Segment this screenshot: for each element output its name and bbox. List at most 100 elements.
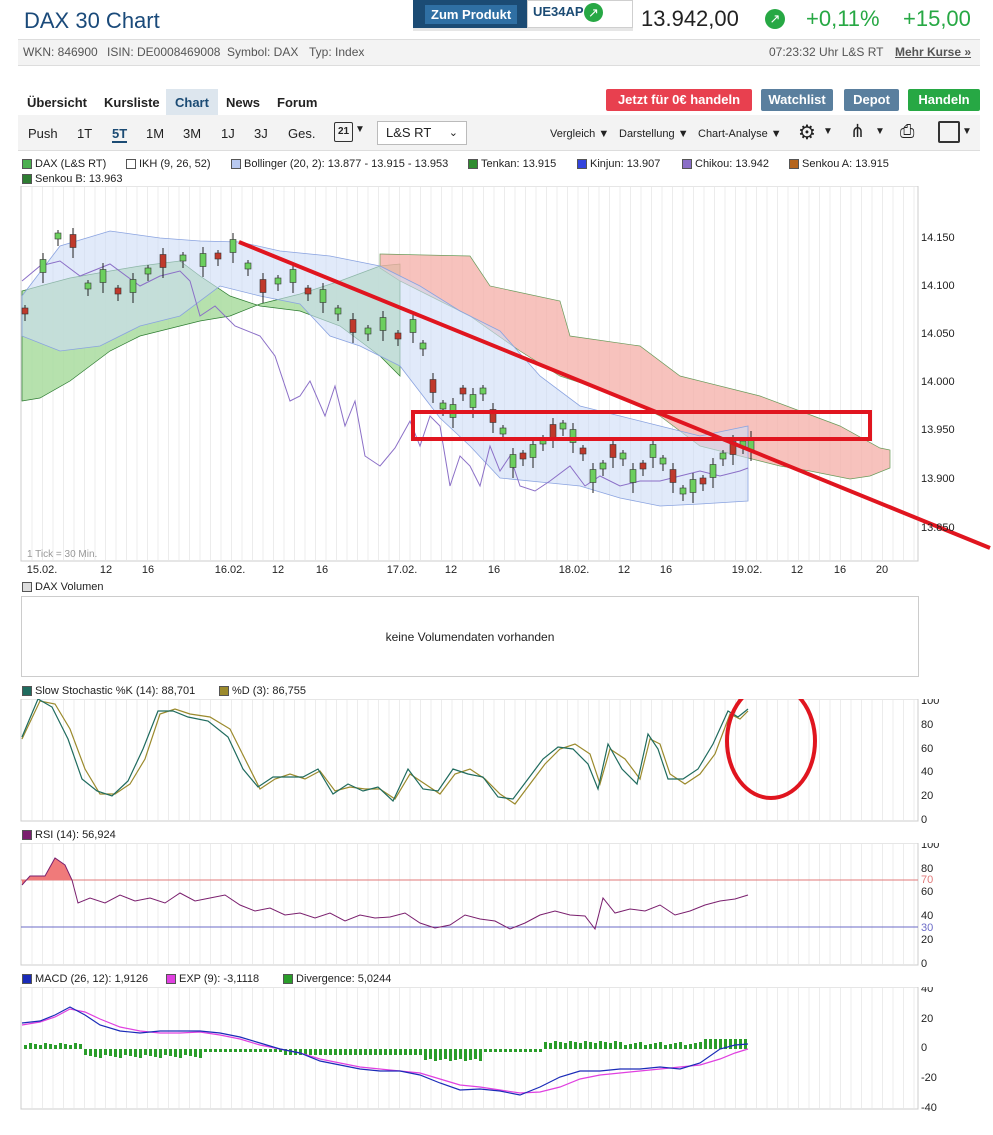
divergence-bar <box>249 1049 252 1052</box>
candle-body <box>99 269 107 283</box>
divergence-bar <box>24 1045 27 1049</box>
divergence-bar <box>54 1045 57 1049</box>
legend-tenkan-label: Tenkan: 13.915 <box>481 158 557 170</box>
main-price-chart[interactable]: 1 Tick = 30 Min. 14.150 14.100 14.050 14.00… <box>0 186 993 578</box>
candle-body <box>179 254 187 262</box>
divergence-bar <box>89 1049 92 1056</box>
range-5t[interactable]: 5T <box>112 126 128 143</box>
divergence-bar <box>444 1049 447 1059</box>
divergence-bar <box>359 1049 362 1055</box>
candle-body <box>349 319 357 333</box>
vergleich-menu[interactable]: Vergleich ▼ <box>550 128 609 140</box>
tab-kursliste[interactable]: Kursliste <box>104 95 160 110</box>
tick-note: 1 Tick = 30 Min. <box>27 549 97 560</box>
candle-body <box>679 487 687 495</box>
tab-news[interactable]: News <box>226 95 260 110</box>
candle-body <box>509 454 517 468</box>
divergence-bar <box>709 1039 712 1049</box>
divergence-bar <box>74 1043 77 1049</box>
save-icon[interactable] <box>938 121 960 143</box>
divergence-bar <box>404 1049 407 1055</box>
divergence-bar <box>429 1049 432 1059</box>
candle-body <box>549 424 557 438</box>
range-1m[interactable]: 1M <box>146 126 164 141</box>
divergence-bar <box>569 1041 572 1049</box>
rsi-legend: RSI (14): 56,924 <box>22 829 116 841</box>
candle-body <box>334 307 342 315</box>
divergence-bar <box>524 1049 527 1052</box>
range-3m[interactable]: 3M <box>183 126 201 141</box>
divergence-bar <box>414 1049 417 1055</box>
rsi-chart[interactable]: 1008070604030200 <box>0 843 993 969</box>
chevron-down-icon[interactable]: ▼ <box>962 126 972 137</box>
candle-body <box>629 469 637 483</box>
candle-body <box>559 422 567 430</box>
y-tick-label: 0 <box>921 814 927 825</box>
calendar-icon[interactable]: 21 <box>334 122 353 142</box>
chartanalyse-menu[interactable]: Chart-Analyse ▼ <box>698 128 782 140</box>
range-3j[interactable]: 3J <box>254 126 268 141</box>
legend-senkou-a-label: Senkou A: 13.915 <box>802 158 889 170</box>
volume-panel: keine Volumendaten vorhanden <box>21 596 919 677</box>
divergence-bar <box>79 1044 82 1049</box>
depot-button[interactable]: Depot <box>844 89 899 111</box>
divergence-bar <box>329 1049 332 1055</box>
tab-uebersicht[interactable]: Übersicht <box>27 95 87 110</box>
range-ges[interactable]: Ges. <box>288 126 315 141</box>
divergence-bar <box>699 1042 702 1049</box>
network-icon[interactable]: ⋔ <box>850 121 865 142</box>
candle-body <box>719 452 727 460</box>
legend-chikou-label: Chikou: 13.942 <box>695 158 769 170</box>
darstellung-menu[interactable]: Darstellung ▼ <box>619 128 689 140</box>
product-button[interactable]: Zum Produkt <box>425 5 518 24</box>
stochastic-chart[interactable]: 100 80 60 40 20 0 <box>0 699 993 825</box>
candle-body <box>609 444 617 458</box>
divergence-bar <box>644 1045 647 1049</box>
chevron-down-icon[interactable]: ▼ <box>823 126 833 137</box>
tab-chart[interactable]: Chart <box>166 89 218 116</box>
divergence-bar <box>604 1042 607 1049</box>
candle-body <box>364 327 372 335</box>
range-1t[interactable]: 1T <box>77 126 92 141</box>
range-push[interactable]: Push <box>28 126 58 141</box>
legend-dax-label: DAX (L&S RT) <box>35 158 107 170</box>
divergence-bar <box>369 1049 372 1055</box>
divergence-bar <box>259 1049 262 1052</box>
divergence-bar <box>59 1043 62 1049</box>
candle-body <box>659 457 667 465</box>
arrow-up-right-icon[interactable]: ↗ <box>584 3 603 22</box>
divergence-bar <box>364 1049 367 1055</box>
candle-body <box>319 289 327 303</box>
divergence-bar <box>194 1049 197 1057</box>
range-1j[interactable]: 1J <box>221 126 235 141</box>
y-tick-label: 60 <box>921 743 933 755</box>
watchlist-button[interactable]: Watchlist <box>761 89 833 111</box>
divergence-bar <box>239 1049 242 1052</box>
macd-chart[interactable]: 40 20 0 -20 -40 <box>0 987 993 1114</box>
trade-free-button[interactable]: Jetzt für 0€ handeln <box>606 89 752 111</box>
candle-body <box>54 232 62 240</box>
divergence-bar <box>579 1043 582 1049</box>
chevron-down-icon[interactable]: ▼ <box>875 126 885 137</box>
divergence-bar <box>629 1044 632 1049</box>
candle-body <box>114 287 122 295</box>
x-tick-label: 12 <box>272 564 284 576</box>
tab-forum[interactable]: Forum <box>277 95 317 110</box>
chevron-down-icon[interactable]: ▼ <box>355 124 365 135</box>
candle-body <box>229 239 237 253</box>
more-quotes-link[interactable]: Mehr Kurse » <box>895 45 971 59</box>
product-isin[interactable]: UE34AP <box>533 4 584 19</box>
candle-body <box>244 262 252 270</box>
y-tick-label: 0 <box>921 958 927 969</box>
y-tick-label: 60 <box>921 886 933 898</box>
divergence-label: Divergence: 5,0244 <box>296 973 392 985</box>
y-tick-label: 40 <box>921 766 933 778</box>
settings-gear-icon[interactable]: ⚙ <box>798 120 816 145</box>
y-tick-label: 14.000 <box>921 376 955 388</box>
handeln-button[interactable]: Handeln <box>908 89 980 111</box>
exchange-select[interactable]: L&S RT ⌄ <box>377 121 467 145</box>
print-icon[interactable]: ⎙ <box>900 121 914 142</box>
candle-body <box>214 252 222 260</box>
divergence-bar <box>114 1049 117 1057</box>
candle-body <box>129 279 137 293</box>
